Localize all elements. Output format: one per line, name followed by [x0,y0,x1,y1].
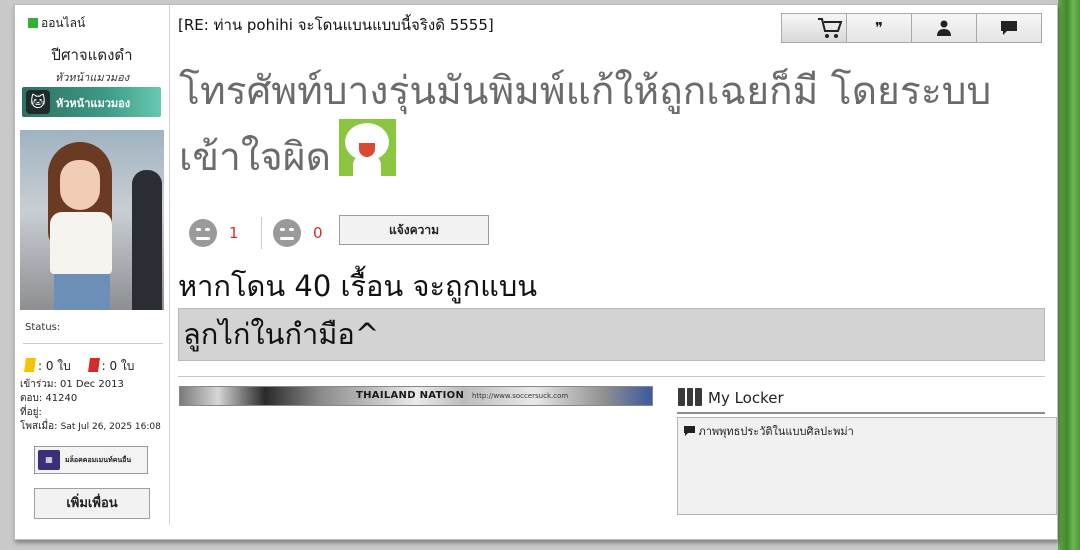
yellow-card-count: : 0 ใบ [38,359,71,373]
report-button[interactable]: แจ้งความ [339,215,489,245]
divider [23,343,163,344]
user-meta: เข้าร่วม: 01 Dec 2013 ตอบ: 41240 ที่อยู่… [20,378,161,434]
locker-item[interactable]: ภาพพุทธประวัติในแบบศิลปะพม่า [684,422,854,440]
block-comment-button[interactable]: ▦ มล็อคคอมเมนท์คนอื่น [34,446,148,474]
status-label: Status: [25,322,61,333]
separator [178,376,1045,377]
cart-button[interactable] [781,13,847,43]
red-card-icon [87,358,100,372]
rank-badge: 🐱 หัวหน้าแมวมอง [22,87,161,117]
tongue-face-icon [189,219,217,247]
posted-label: โพสเมื่อ: [20,421,58,432]
annoyed-face-icon [273,219,301,247]
rank-badge-text: หัวหน้าแมวมอง [56,97,131,110]
react-up-count: 1 [229,224,239,242]
laughing-emoji-icon [338,119,396,176]
quote-icon: ❞ [874,19,884,37]
post-body-text: โทรศัพท์บางรุ่นมันพิมพ์แก้ให้ถูกเฉยก็มี … [179,69,992,180]
react-up-button[interactable]: 1 [189,215,239,251]
cart-icon [818,18,843,38]
username[interactable]: ปีศาจแดงดำ [15,43,169,67]
locker-box: ภาพพุทธประวัติในแบบศิลปะพม่า [677,417,1057,515]
banner-text: THAILAND NATION [356,390,465,401]
profile-icon [937,20,951,36]
background-grass [1058,0,1080,550]
online-status: ออนไลน์ [28,14,85,33]
card-counts: : 0 ใบ : 0 ใบ [24,357,135,376]
comment-icon [684,426,695,436]
message-icon [1001,21,1017,35]
signature-line: หากโดน 40 เรื้อน จะถูกแบน [178,269,538,303]
reaction-divider [261,217,262,249]
post-body: โทรศัพท์บางรุ่นมันพิมพ์แก้ให้ถูกเฉยก็มี … [179,65,1019,185]
reply-count: ตอบ: 41240 [20,393,78,404]
locker-icon [678,388,703,406]
locker-header: My Locker [677,386,1045,414]
joined-date: เข้าร่วม: 01 Dec 2013 [20,379,124,390]
posted-time: Sat Jul 26, 2025 16:08 [60,422,161,432]
cat-icon: 🐱 [26,90,50,114]
yellow-card-icon [24,358,36,372]
post-subject: [RE: ท่าน pohihi จะโดนแบนแบบนี้จริงดิ 55… [178,16,494,34]
react-down-count: 0 [313,224,323,242]
user-title: หัวหน้าแมวมอง [54,71,130,84]
avatar[interactable] [20,130,164,310]
locker-title: My Locker [708,389,784,407]
quote-button[interactable]: ❞ [846,13,912,43]
locker-item-label: ภาพพุทธประวัติในแบบศิลปะพม่า [698,425,854,438]
online-dot-icon [28,18,38,28]
react-down-button[interactable]: 0 [273,215,323,251]
post-card: ออนไลน์ ปีศาจแดงดำ หัวหน้าแมวมอง 🐱 หัวหน… [14,4,1058,540]
location: ที่อยู่: [20,407,42,418]
red-card-count: : 0 ใบ [101,359,135,373]
user-panel: ออนไลน์ ปีศาจแดงดำ หัวหน้าแมวมอง 🐱 หัวหน… [15,5,170,525]
signature-box: ลูกไก่ในกำมือ^ [178,308,1045,361]
post-toolbar: ❞ [781,13,1045,43]
signature-banner[interactable]: THAILAND NATION http://www.soccersuck.co… [179,386,653,406]
block-comment-label: มล็อคคอมเมนท์คนอื่น [65,456,132,464]
profile-button[interactable] [911,13,977,43]
banner-url: http://www.soccersuck.com [472,392,569,400]
message-button[interactable] [976,13,1042,43]
vip-icon: ▦ [38,450,60,470]
add-friend-button[interactable]: เพิ่มเพื่อน [34,488,150,519]
